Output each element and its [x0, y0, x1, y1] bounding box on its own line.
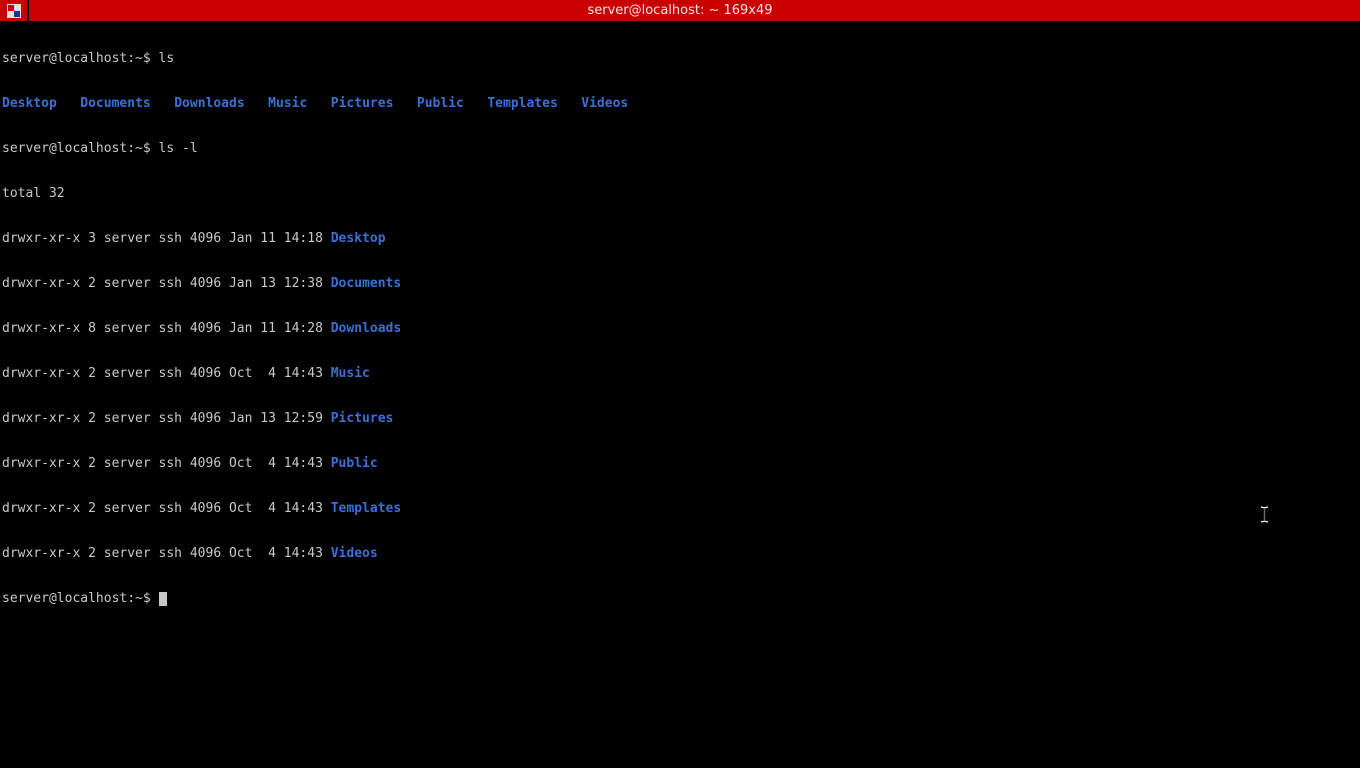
prompt-line: server@localhost:~$ ls — [2, 51, 1358, 66]
dir-name: Videos — [331, 546, 378, 561]
dir-name: Templates — [487, 96, 557, 111]
dir-name: Documents — [331, 276, 401, 291]
ls-long-row: drwxr-xr-x 8 server ssh 4096 Jan 11 14:2… — [2, 321, 1358, 336]
dir-name: Pictures — [331, 96, 394, 111]
ls-long-row: drwxr-xr-x 2 server ssh 4096 Oct 4 14:43… — [2, 501, 1358, 516]
window-menu-icon[interactable] — [3, 0, 24, 21]
dir-name: Public — [331, 456, 378, 471]
dir-name: Templates — [331, 501, 401, 516]
dir-name: Desktop — [331, 231, 386, 246]
prompt-line: server@localhost:~$ ls -l — [2, 141, 1358, 156]
file-meta: drwxr-xr-x 3 server ssh 4096 Jan 11 14:1… — [2, 231, 331, 246]
file-meta: drwxr-xr-x 2 server ssh 4096 Oct 4 14:43 — [2, 456, 331, 471]
terminal-area[interactable]: server@localhost:~$ ls Desktop Documents… — [0, 21, 1360, 621]
file-meta: drwxr-xr-x 2 server ssh 4096 Oct 4 14:43 — [2, 501, 331, 516]
command-text: ls — [159, 51, 175, 66]
dir-name: Videos — [581, 96, 628, 111]
dir-name: Downloads — [331, 321, 401, 336]
file-meta: drwxr-xr-x 2 server ssh 4096 Oct 4 14:43 — [2, 366, 331, 381]
file-meta: drwxr-xr-x 2 server ssh 4096 Oct 4 14:43 — [2, 546, 331, 561]
dir-name: Desktop — [2, 96, 57, 111]
command-text: ls -l — [159, 141, 198, 156]
dir-name: Public — [417, 96, 464, 111]
dir-name: Downloads — [174, 96, 244, 111]
file-meta: drwxr-xr-x 2 server ssh 4096 Jan 13 12:3… — [2, 276, 331, 291]
ls-long-row: drwxr-xr-x 2 server ssh 4096 Oct 4 14:43… — [2, 366, 1358, 381]
dir-name: Music — [268, 96, 307, 111]
dir-name: Music — [331, 366, 370, 381]
ls-long-row: drwxr-xr-x 2 server ssh 4096 Jan 13 12:5… — [2, 411, 1358, 426]
file-meta: drwxr-xr-x 2 server ssh 4096 Jan 13 12:5… — [2, 411, 331, 426]
ls-long-row: drwxr-xr-x 2 server ssh 4096 Oct 4 14:43… — [2, 456, 1358, 471]
prompt-text: server@localhost:~$ — [2, 141, 159, 156]
prompt-text: server@localhost:~$ — [2, 51, 159, 66]
prompt-line: server@localhost:~$ — [2, 591, 1358, 606]
dir-name: Documents — [80, 96, 150, 111]
ls-long-row: drwxr-xr-x 3 server ssh 4096 Jan 11 14:1… — [2, 231, 1358, 246]
ls-long-row: drwxr-xr-x 2 server ssh 4096 Jan 13 12:3… — [2, 276, 1358, 291]
total-line: total 32 — [2, 186, 1358, 201]
prompt-text: server@localhost:~$ — [2, 591, 159, 606]
ls-output-line: Desktop Documents Downloads Music Pictur… — [2, 96, 1358, 111]
dir-name: Pictures — [331, 411, 394, 426]
window-titlebar[interactable]: server@localhost: ~ 169x49 — [0, 0, 1360, 21]
terminal-cursor — [159, 592, 167, 606]
window-title: server@localhost: ~ 169x49 — [0, 3, 1360, 18]
ls-long-row: drwxr-xr-x 2 server ssh 4096 Oct 4 14:43… — [2, 546, 1358, 561]
file-meta: drwxr-xr-x 8 server ssh 4096 Jan 11 14:2… — [2, 321, 331, 336]
titlebar-separator — [27, 0, 29, 21]
